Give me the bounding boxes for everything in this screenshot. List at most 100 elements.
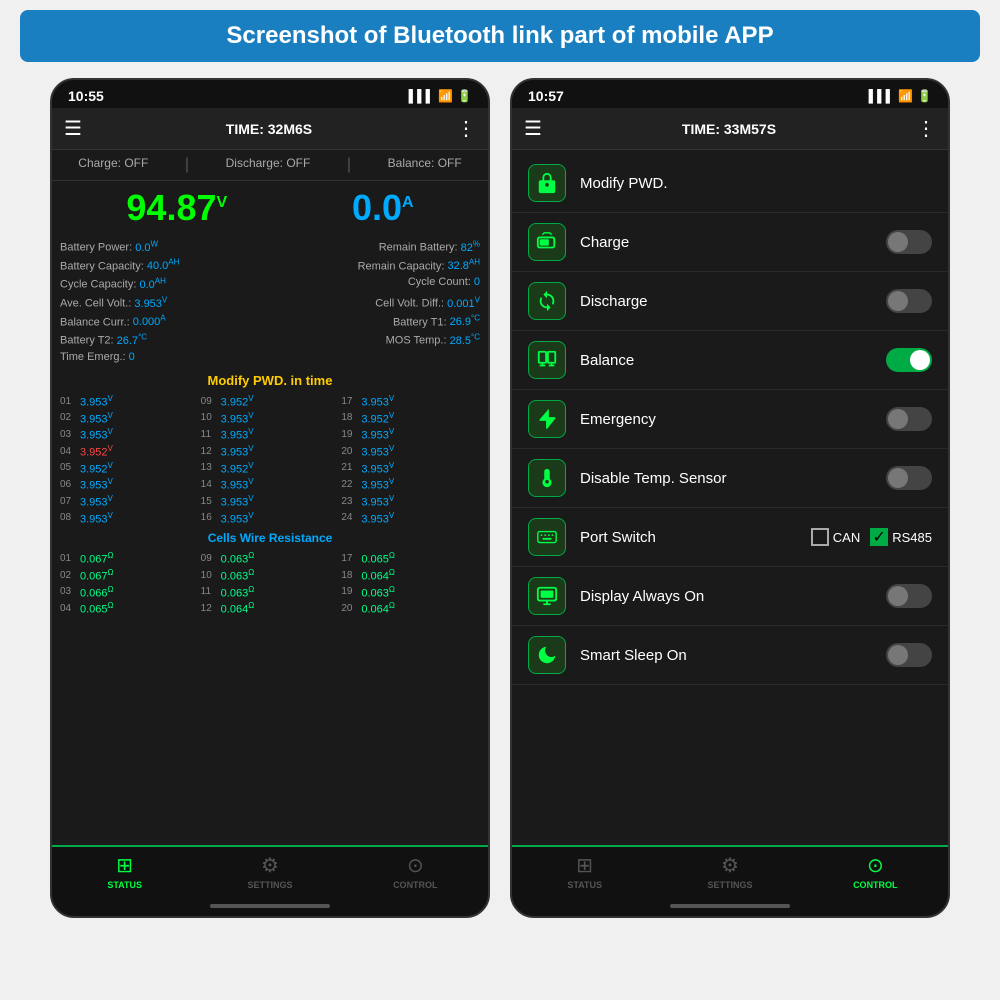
resistance-item: 010.067Ω <box>60 551 199 566</box>
cell-val: 3.952V <box>221 394 254 409</box>
control-item[interactable]: Emergency <box>512 390 948 449</box>
res-val: 0.064Ω <box>361 568 395 583</box>
cell-num: 03 <box>60 429 76 440</box>
control-item[interactable]: Balance <box>512 331 948 390</box>
header-banner: Screenshot of Bluetooth link part of mob… <box>20 10 980 62</box>
control-label: Charge <box>580 234 872 251</box>
control-item[interactable]: Modify PWD. <box>512 154 948 213</box>
right-settings-nav-icon: ⚙ <box>721 853 739 878</box>
cell-item: 03 3.953V <box>60 427 199 442</box>
cell-num: 13 <box>201 462 217 473</box>
control-item[interactable]: Discharge <box>512 272 948 331</box>
control-icon-wrap <box>528 459 566 497</box>
left-nav-status[interactable]: ⊞ STATUS <box>52 853 197 890</box>
left-phone-content: Charge: OFF | Discharge: OFF | Balance: … <box>52 150 488 845</box>
cell-item: 143.953V <box>201 477 340 492</box>
res-num: 09 <box>201 553 217 564</box>
cell-item: 093.952V <box>201 394 340 409</box>
right-nav-status[interactable]: ⊞ STATUS <box>512 853 657 890</box>
cell-num: 10 <box>201 412 217 423</box>
res-num: 10 <box>201 570 217 581</box>
cell-item: 023.953V <box>60 411 199 426</box>
res-num: 02 <box>60 570 76 581</box>
cell-item: 153.953V <box>201 494 340 509</box>
cell-val: 3.953V <box>80 411 113 426</box>
cell-item: 213.953V <box>341 461 480 476</box>
discharge-value: OFF <box>286 156 310 170</box>
cell-num: 12 <box>201 446 217 457</box>
right-status-nav-label: STATUS <box>567 880 602 890</box>
cell-val: 3.953V <box>361 477 394 492</box>
cell-item: 123.953V <box>201 444 340 459</box>
cell-val: 3.953V <box>361 494 394 509</box>
left-home-indicator <box>52 896 488 916</box>
resistance-grid: 010.067Ω090.063Ω170.065Ω020.067Ω100.063Ω… <box>52 549 488 618</box>
cell-item: 133.952V <box>201 461 340 476</box>
left-nav-control[interactable]: ⊙ CONTROL <box>343 853 488 890</box>
res-val: 0.063Ω <box>221 568 255 583</box>
cell-item: 013.953V <box>60 394 199 409</box>
battery-power-row: Battery Power: 0.0W Remain Battery: 82% <box>60 237 480 256</box>
control-item[interactable]: Smart Sleep On <box>512 626 948 685</box>
cell-val: 3.953V <box>221 494 254 509</box>
left-home-bar <box>210 904 330 908</box>
right-status-icons: ▌▌▌ 📶 🔋 <box>869 89 932 103</box>
toggle-switch[interactable] <box>886 584 932 608</box>
cell-item: 223.953V <box>341 477 480 492</box>
cell-num: 14 <box>201 479 217 490</box>
res-val: 0.063Ω <box>361 585 395 600</box>
right-more-icon[interactable]: ⋮ <box>916 116 936 141</box>
right-header-title: TIME: 33M57S <box>682 121 776 137</box>
cell-num: 19 <box>341 429 357 440</box>
resistance-item: 120.064Ω <box>201 601 340 616</box>
control-icon-wrap <box>528 282 566 320</box>
left-more-icon[interactable]: ⋮ <box>456 116 476 141</box>
cell-val: 3.953V <box>80 427 113 442</box>
ampere-display: 0.0A <box>352 187 414 229</box>
cell-val: 3.952V <box>80 461 113 476</box>
right-nav-control[interactable]: ⊙ CONTROL <box>803 853 948 890</box>
toggle-switch[interactable] <box>886 230 932 254</box>
time-emerg-row: Time Emerg.: 0 <box>60 349 480 365</box>
cell-volt-row: Ave. Cell Volt.: 3.953V Cell Volt. Diff.… <box>60 293 480 312</box>
signal-icon: ▌▌▌ <box>409 89 435 103</box>
left-nav-settings[interactable]: ⚙ SETTINGS <box>197 853 342 890</box>
rs485-checkbox[interactable]: ✓ <box>870 528 888 546</box>
toggle-switch[interactable] <box>886 289 932 313</box>
battery-icon: 🔋 <box>457 89 472 103</box>
can-checkbox-item[interactable]: CAN <box>811 528 860 546</box>
control-item[interactable]: Display Always On <box>512 567 948 626</box>
left-menu-icon[interactable]: ☰ <box>64 116 82 141</box>
right-phone-content: Modify PWD. Charge DischargeBalanceEmergen… <box>512 150 948 845</box>
toggle-switch[interactable] <box>886 466 932 490</box>
discharge-status: Discharge: OFF <box>226 156 311 174</box>
charge-status: Charge: OFF <box>78 156 148 174</box>
wifi-icon: 📶 <box>438 89 453 103</box>
can-label: CAN <box>833 530 860 545</box>
control-item[interactable]: Charge <box>512 213 948 272</box>
cell-num: 07 <box>60 496 76 507</box>
res-num: 19 <box>341 586 357 597</box>
res-val: 0.065Ω <box>80 601 114 616</box>
toggle-switch[interactable] <box>886 643 932 667</box>
cell-item: 073.953V <box>60 494 199 509</box>
toggle-switch[interactable] <box>886 407 932 431</box>
toggle-switch[interactable] <box>886 348 932 372</box>
rs485-checkbox-item[interactable]: ✓ RS485 <box>870 528 932 546</box>
charge-discharge-balance-row: Charge: OFF | Discharge: OFF | Balance: … <box>52 150 488 181</box>
control-item[interactable]: Disable Temp. Sensor <box>512 449 948 508</box>
right-nav-settings[interactable]: ⚙ SETTINGS <box>657 853 802 890</box>
cell-item: 203.953V <box>341 444 480 459</box>
resistance-item: 030.066Ω <box>60 585 199 600</box>
charge-value: OFF <box>124 156 148 170</box>
can-checkbox[interactable] <box>811 528 829 546</box>
res-num: 18 <box>341 570 357 581</box>
phones-container: 10:55 ▌▌▌ 📶 🔋 ☰ TIME: 32M6S ⋮ Charge: OF… <box>20 78 980 918</box>
res-num: 12 <box>201 603 217 614</box>
res-val: 0.063Ω <box>221 585 255 600</box>
left-time: 10:55 <box>68 88 104 104</box>
balance-curr-row: Balance Curr.: 0.000A Battery T1: 26.9°C <box>60 312 480 331</box>
control-item[interactable]: Port Switch CAN ✓ RS485 <box>512 508 948 567</box>
right-menu-icon[interactable]: ☰ <box>524 116 542 141</box>
cycle-capacity-row: Cycle Capacity: 0.0AH Cycle Count: 0 <box>60 274 480 293</box>
